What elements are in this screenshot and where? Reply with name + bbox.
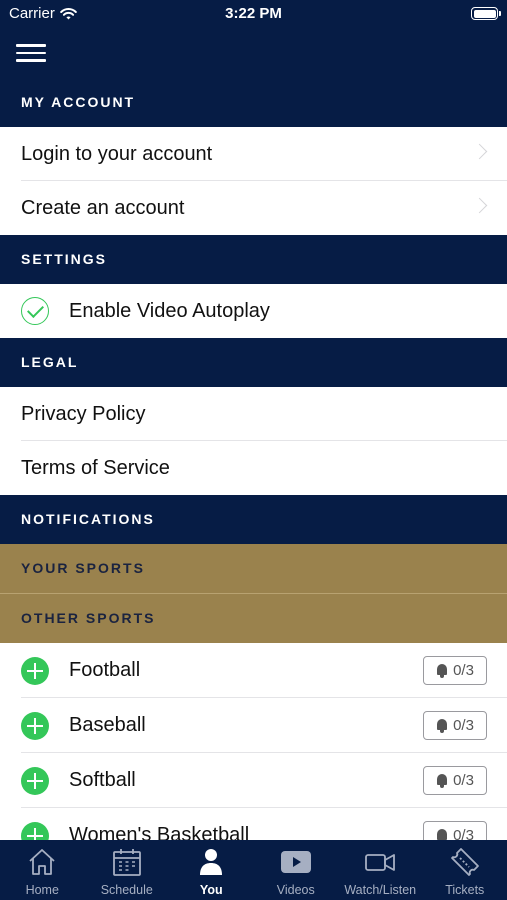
bell-icon [436, 718, 448, 733]
section-header-legal: LEGAL [0, 338, 507, 387]
privacy-policy-row[interactable]: Privacy Policy [0, 387, 507, 441]
nav-bar [0, 28, 507, 78]
calendar-icon [112, 849, 141, 876]
ticket-icon [450, 848, 479, 876]
notification-count-button[interactable]: 0/3 [423, 711, 487, 740]
notification-count: 0/3 [453, 772, 474, 789]
add-circle-icon[interactable] [21, 711, 49, 740]
tab-schedule[interactable]: Schedule [85, 840, 170, 900]
chevron-right-icon [471, 143, 488, 160]
sport-row-softball[interactable]: Softball 0/3 [0, 753, 507, 808]
login-label: Login to your account [21, 142, 213, 165]
battery-icon [471, 7, 501, 20]
sport-name: Softball [69, 769, 136, 791]
tab-label: Videos [276, 883, 315, 897]
notification-count: 0/3 [453, 717, 474, 734]
home-icon [29, 849, 55, 875]
tab-label: Schedule [100, 883, 153, 897]
section-header-my-account: MY ACCOUNT [0, 78, 507, 127]
tab-tickets[interactable]: Tickets [423, 840, 507, 900]
tab-home[interactable]: Home [0, 840, 85, 900]
section-header-your-sports: YOUR SPORTS [0, 544, 507, 593]
sport-name: Women's Basketball [69, 824, 250, 840]
section-header-notifications: NOTIFICATIONS [0, 495, 507, 544]
create-account-label: Create an account [21, 196, 185, 219]
autoplay-toggle-row[interactable]: Enable Video Autoplay [0, 284, 507, 338]
notification-count-button[interactable]: 0/3 [423, 821, 487, 840]
bell-icon [436, 663, 448, 678]
tab-you[interactable]: You [169, 840, 254, 900]
login-row[interactable]: Login to your account [0, 127, 507, 181]
section-header-settings: SETTINGS [0, 235, 507, 284]
sport-name: Football [69, 659, 141, 681]
create-account-row[interactable]: Create an account [0, 181, 507, 235]
play-icon [280, 851, 311, 873]
tab-label: Home [25, 883, 59, 897]
tab-label: You [199, 883, 223, 897]
add-circle-icon[interactable] [21, 766, 49, 795]
menu-icon[interactable] [16, 44, 46, 62]
tab-label: Tickets [445, 883, 485, 897]
status-time: 3:22 PM [225, 5, 282, 22]
terms-of-service-row[interactable]: Terms of Service [0, 441, 507, 495]
add-circle-icon[interactable] [21, 821, 49, 840]
settings-list[interactable]: MY ACCOUNT Login to your account Create … [0, 78, 507, 840]
autoplay-label: Enable Video Autoplay [69, 299, 270, 322]
bell-icon [436, 773, 448, 788]
sport-row-football[interactable]: Football 0/3 [0, 643, 507, 698]
tab-bar: Home Schedule You Videos Watch/Listen Ti… [0, 840, 507, 900]
privacy-policy-label: Privacy Policy [21, 402, 146, 425]
terms-of-service-label: Terms of Service [21, 456, 170, 479]
notification-count-button[interactable]: 0/3 [423, 766, 487, 795]
sport-row-womens-basketball[interactable]: Women's Basketball 0/3 [0, 808, 507, 840]
tab-videos[interactable]: Videos [254, 840, 339, 900]
video-camera-icon [365, 854, 396, 871]
status-bar: Carrier 3:22 PM [0, 0, 507, 28]
tab-watch-listen[interactable]: Watch/Listen [338, 840, 423, 900]
sport-name: Baseball [69, 714, 146, 736]
checkmark-circle-icon[interactable] [21, 297, 49, 325]
sport-row-baseball[interactable]: Baseball 0/3 [0, 698, 507, 753]
bell-icon [436, 828, 448, 840]
tab-label: Watch/Listen [344, 883, 417, 897]
notification-count: 0/3 [453, 662, 474, 679]
notification-count-button[interactable]: 0/3 [423, 656, 487, 685]
section-header-other-sports: OTHER SPORTS [0, 594, 507, 643]
notification-count: 0/3 [453, 827, 474, 840]
add-circle-icon[interactable] [21, 656, 49, 685]
chevron-right-icon [471, 197, 488, 214]
person-icon [200, 849, 223, 875]
